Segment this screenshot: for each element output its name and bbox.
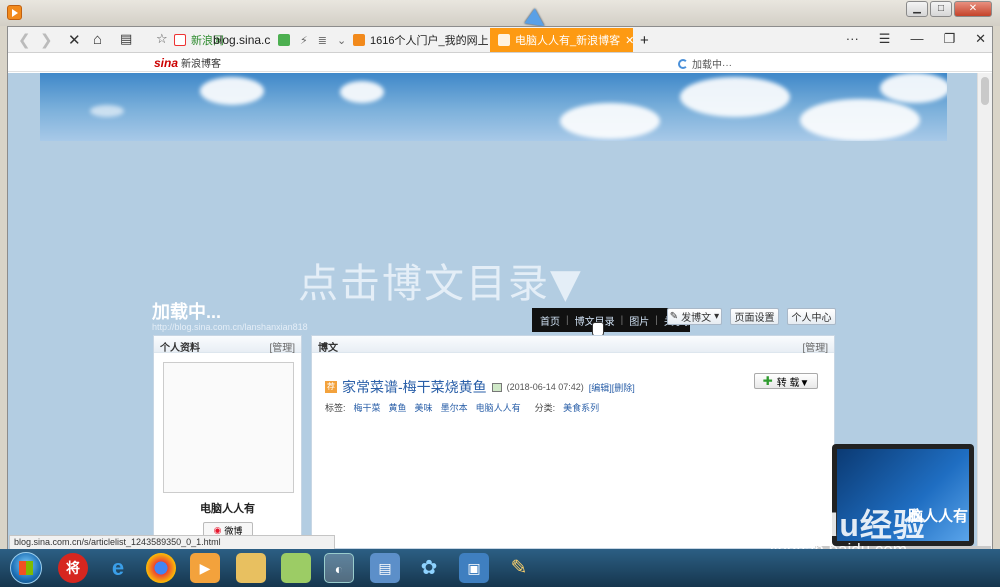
tag-link[interactable]: 墨尔本 (441, 401, 468, 414)
vertical-scrollbar[interactable] (977, 73, 992, 549)
active-browser-icon[interactable]: ◐ (324, 553, 354, 583)
profile-manage-link[interactable]: [管理] (269, 339, 295, 354)
weibo-icon: ◉ (213, 524, 222, 535)
browser-restore-icon[interactable]: ❐ (943, 31, 955, 47)
home-icon[interactable]: ⌂ (93, 31, 102, 48)
tag-link[interactable]: 美味 (415, 401, 433, 414)
new-tab-button[interactable]: + (640, 28, 649, 52)
browser-close-icon[interactable]: ✕ (975, 31, 986, 47)
blog-favicon-icon (498, 34, 510, 46)
stop-icon[interactable]: ✕ (68, 31, 81, 49)
browser-minimize-icon[interactable]: — (910, 31, 923, 47)
lightning-icon[interactable]: ⚡ (300, 34, 308, 47)
hamburger-menu-icon[interactable]: ☰ (879, 31, 891, 47)
image-icon (491, 382, 502, 392)
toolbar-extra-icons: ⚡ ≣ ⌄ (278, 28, 346, 52)
tag-link[interactable]: 黄鱼 (389, 401, 407, 414)
tab-bar: ❮ ❯ ✕ ⌂ ▤ ☆ 新浪网 blog.sina.c ⚡ ≣ ⌄ 1616个人… (8, 27, 992, 53)
plus-icon: ✚ (762, 374, 773, 388)
post-article-button[interactable]: ✎ 发博文 ▾ (667, 308, 722, 325)
folder-icon[interactable] (281, 553, 311, 583)
windows-taskbar: 将 e ▶ ◐ ▤ ✿ ▣ ✎ (0, 549, 1000, 587)
maximize-button[interactable]: □ (930, 1, 952, 17)
forward-icon[interactable]: ❯ (40, 31, 53, 49)
more-menu-icon[interactable]: ··· (846, 31, 859, 47)
profile-name[interactable]: 电脑人人有 (154, 500, 301, 516)
article-tags: 标签: 梅干菜 黄鱼 美味 墨尔本 电脑人人有 分类: 美食系列 (325, 401, 600, 414)
profile-panel-header: 个人资料 [管理] (154, 336, 301, 354)
sky-banner (40, 73, 947, 141)
sina-logo[interactable]: sina 新浪博客 (154, 55, 221, 70)
outer-window-controls: ▁ □ ✕ (906, 1, 992, 17)
media-player-icon[interactable]: ▶ (190, 553, 220, 583)
spinner-icon (678, 58, 688, 69)
articles-panel: 博文 [管理] 荐 家常菜谱-梅干菜烧黄鱼 (2018-06-14 07:42)… (311, 335, 835, 549)
bookmark-star-icon[interactable]: ☆ (156, 31, 168, 47)
loading-indicator: 加载中··· (678, 56, 732, 71)
edit-link[interactable]: [编辑] (589, 383, 612, 393)
remote-desktop-icon[interactable]: ▣ (459, 553, 489, 583)
player-app-icon[interactable] (7, 5, 22, 20)
back-icon[interactable]: ❮ (18, 31, 31, 49)
sina-favicon-icon (174, 34, 186, 46)
avatar[interactable] (163, 362, 294, 493)
windows-logo-icon (19, 561, 33, 575)
category-link[interactable]: 美食系列 (563, 401, 599, 414)
ie-browser-icon[interactable]: e (103, 553, 133, 583)
chevron-down-icon[interactable]: ⌄ (337, 34, 346, 47)
profile-panel: 个人资料 [管理] 电脑人人有 ◉ 微博 (153, 335, 302, 549)
tab-blog-active[interactable]: 电脑人人有_新浪博客 ✕ (490, 28, 633, 52)
list-icon[interactable]: ≣ (318, 34, 327, 47)
document-icon[interactable]: ▤ (370, 553, 400, 583)
paint-icon[interactable]: ✎ (504, 553, 534, 583)
edit-icon: ✎ (669, 311, 679, 322)
tab-1616[interactable]: 1616个人门户_我的网上家园 (353, 28, 488, 52)
chrome-icon[interactable] (146, 553, 176, 583)
browser-controls: ··· ☰ — ❐ ✕ (846, 31, 986, 47)
network-icon[interactable]: ✿ (414, 553, 444, 583)
nav-home[interactable]: 首页 (540, 313, 560, 328)
dropdown-arrow-icon: ▾ (714, 311, 720, 322)
article-date: (2018-06-14 07:42) (506, 382, 584, 392)
1616-favicon-icon (353, 34, 365, 46)
tag-link[interactable]: 电脑人人有 (476, 401, 521, 414)
sina-topbar: sina 新浪博客 加载中··· (8, 53, 992, 72)
instruction-hint: 点击博文目录▼ (298, 261, 583, 307)
file-explorer-icon[interactable] (236, 553, 266, 583)
minimize-button[interactable]: ▁ (906, 1, 928, 17)
page-settings-button[interactable]: 页面设置 (730, 308, 779, 325)
tag-link[interactable]: 梅干菜 (354, 401, 381, 414)
status-bar-url: blog.sina.com.cn/s/articlelist_124358935… (9, 535, 335, 550)
personal-center-button[interactable]: 个人中心 (787, 308, 836, 325)
recommend-badge-icon: 荐 (325, 381, 337, 393)
article-row: 荐 家常菜谱-梅干菜烧黄鱼 (2018-06-14 07:42) [编辑][删除… (325, 377, 635, 397)
articles-manage-link[interactable]: [管理] (802, 339, 828, 354)
blog-url[interactable]: http://blog.sina.com.cn/lanshanxian818 (152, 322, 308, 332)
repost-button[interactable]: ✚ 转 载▼ (754, 373, 818, 389)
close-window-button[interactable]: ✕ (954, 1, 992, 17)
nav-photos[interactable]: 图片 (629, 313, 649, 328)
reader-icon[interactable]: ▤ (120, 31, 132, 47)
game-app-icon[interactable]: 将 (58, 553, 88, 583)
outer-window-titlebar: ▁ □ ✕ (0, 0, 1000, 26)
address-text[interactable]: blog.sina.c (213, 28, 270, 52)
close-tab-icon[interactable]: ✕ (625, 34, 633, 47)
articles-panel-header: 博文 [管理] (312, 336, 834, 354)
extension-icon[interactable] (278, 34, 290, 46)
delete-link[interactable]: [删除] (612, 383, 635, 393)
blog-title: 加载中... (152, 302, 222, 322)
article-title-link[interactable]: 家常菜谱-梅干菜烧黄鱼 (342, 377, 487, 397)
